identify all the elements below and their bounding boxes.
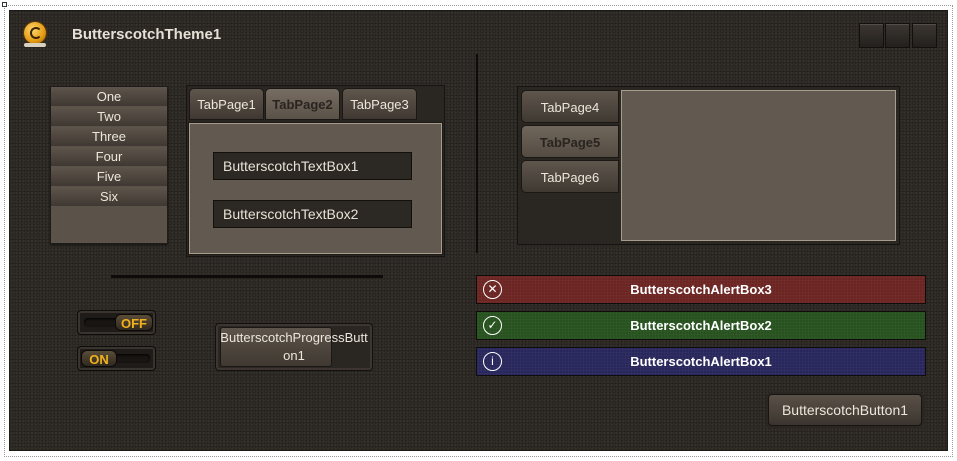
form-title: ButterscotchTheme1 xyxy=(72,26,222,43)
tab-tabpage5[interactable]: TabPage5 xyxy=(521,125,619,158)
tab-tabpage2[interactable]: TabPage2 xyxy=(265,88,340,120)
butterscotch-button[interactable]: ButterscotchButton1 xyxy=(768,394,922,426)
tab-tabpage1[interactable]: TabPage1 xyxy=(189,88,264,120)
minimize-button[interactable] xyxy=(859,23,884,48)
toggle-track xyxy=(112,354,150,363)
list-item[interactable]: Six xyxy=(51,187,167,206)
progress-button[interactable]: ButterscotchProgressButton1 xyxy=(215,323,373,371)
list-item[interactable]: One xyxy=(51,87,167,106)
tab-panel: ButterscotchTextBox1 ButterscotchTextBox… xyxy=(188,122,443,255)
alert-box-2[interactable]: ✓ ButterscotchAlertBox2 xyxy=(476,311,926,340)
alert-box-3[interactable]: ✕ ButterscotchAlertBox3 xyxy=(476,275,926,304)
tab-control-1: TabPage1 TabPage2 TabPage3 ButterscotchT… xyxy=(186,85,445,257)
tab-panel xyxy=(621,90,896,241)
tab-tabpage6[interactable]: TabPage6 xyxy=(521,160,619,193)
check-circle-icon: ✓ xyxy=(483,316,502,335)
toggle-off[interactable]: OFF xyxy=(77,310,156,335)
tab-tabpage4[interactable]: TabPage4 xyxy=(521,90,619,123)
alert-box-1[interactable]: i ButterscotchAlertBox1 xyxy=(476,347,926,376)
list-item[interactable]: Four xyxy=(51,147,167,166)
logo-base xyxy=(24,43,46,47)
vertical-separator xyxy=(476,54,478,253)
x-circle-icon: ✕ xyxy=(483,280,502,299)
themed-form: ButterscotchTheme1 One Two Three Four Fi… xyxy=(9,10,948,451)
listbox[interactable]: One Two Three Four Five Six xyxy=(50,86,168,244)
close-button[interactable] xyxy=(912,23,937,48)
list-item[interactable]: Two xyxy=(51,107,167,126)
app-logo-icon xyxy=(24,22,46,44)
maximize-button[interactable] xyxy=(885,23,910,48)
list-item[interactable]: Five xyxy=(51,167,167,186)
toggle-knob: OFF xyxy=(115,314,153,331)
toggle-knob: ON xyxy=(81,350,117,367)
list-item[interactable]: Three xyxy=(51,127,167,146)
tab-tabpage3[interactable]: TabPage3 xyxy=(342,88,417,120)
toggle-on[interactable]: ON xyxy=(77,346,156,371)
tab-control-2: TabPage4 TabPage5 TabPage6 xyxy=(517,86,900,245)
alert-label: ButterscotchAlertBox3 xyxy=(630,282,772,297)
alert-label: ButterscotchAlertBox2 xyxy=(630,318,772,333)
resize-handle[interactable] xyxy=(2,2,7,7)
alert-label: ButterscotchAlertBox1 xyxy=(630,354,772,369)
horizontal-separator xyxy=(111,275,383,278)
progress-button-label: ButterscotchProgressButton1 xyxy=(220,330,368,363)
textbox-2[interactable]: ButterscotchTextBox2 xyxy=(213,200,412,228)
info-circle-icon: i xyxy=(483,352,502,371)
textbox-1[interactable]: ButterscotchTextBox1 xyxy=(213,152,412,180)
